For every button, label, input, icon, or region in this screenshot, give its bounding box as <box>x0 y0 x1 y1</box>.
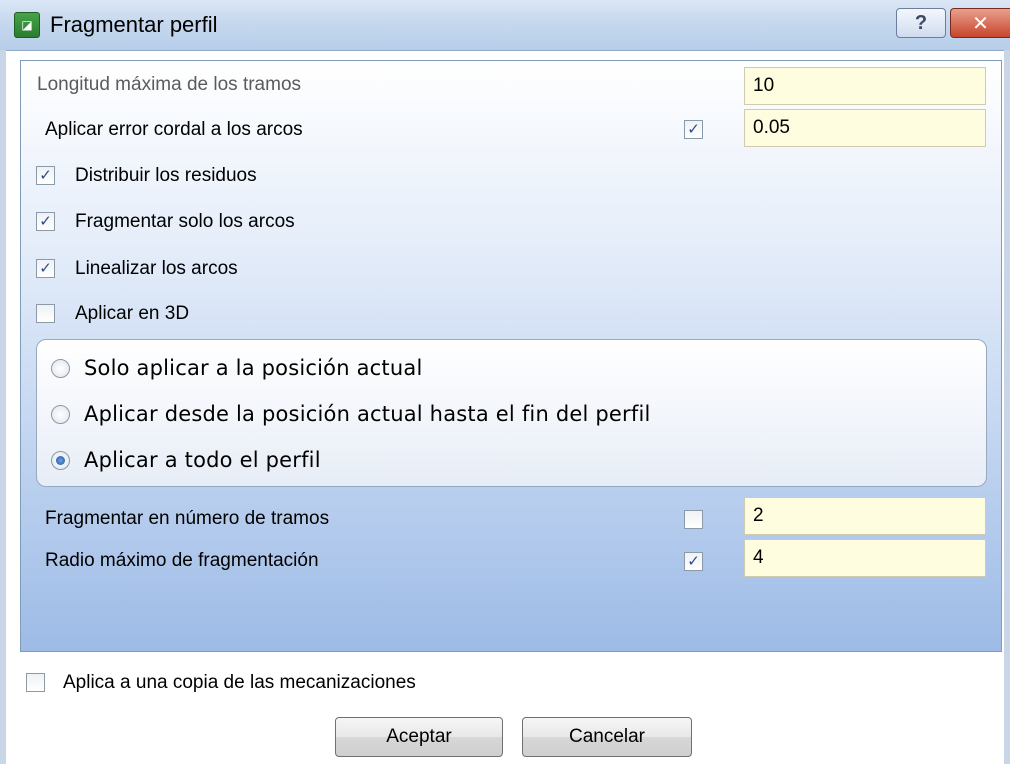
max-radius-label: Radio máximo de fragmentación <box>45 550 319 571</box>
segment-count-checkbox[interactable] <box>684 510 703 529</box>
close-button[interactable]: ✕ <box>950 8 1010 38</box>
scope-radio-current-label: Solo aplicar a la posición actual <box>84 356 423 380</box>
window-frame-left <box>0 50 6 764</box>
max-radius-input[interactable]: 4 <box>744 539 986 577</box>
scope-radio-current[interactable] <box>51 359 70 378</box>
window-frame-right <box>1004 50 1010 764</box>
apply-copy-checkbox[interactable] <box>26 673 45 692</box>
accept-button[interactable]: Aceptar <box>335 717 503 757</box>
linearize-arcs-label: Linealizar los arcos <box>75 258 238 279</box>
scope-radio-to-end[interactable] <box>51 405 70 424</box>
segment-count-label: Fragmentar en número de tramos <box>45 508 330 529</box>
window-title: Fragmentar perfil <box>50 12 218 37</box>
scope-radio-to-end-label: Aplicar desde la posición actual hasta e… <box>84 402 651 426</box>
app-logo-icon: ◪ <box>14 12 40 38</box>
apply-3d-checkbox[interactable] <box>36 304 55 323</box>
max-length-input[interactable]: 10 <box>744 67 986 105</box>
help-button[interactable]: ? <box>896 8 946 38</box>
chordal-error-label: Aplicar error cordal a los arcos <box>45 119 303 140</box>
scope-radio-whole-label: Aplicar a todo el perfil <box>84 448 321 472</box>
segment-count-input[interactable]: 2 <box>744 497 986 535</box>
apply-copy-label: Aplica a una copia de las mecanizaciones <box>63 672 416 693</box>
max-radius-checkbox[interactable]: ✓ <box>684 552 703 571</box>
chordal-error-input[interactable]: 0.05 <box>744 109 986 147</box>
chordal-error-checkbox[interactable]: ✓ <box>684 120 703 139</box>
apply-3d-label: Aplicar en 3D <box>75 303 190 324</box>
only-arcs-label: Fragmentar solo los arcos <box>75 211 295 232</box>
only-arcs-checkbox[interactable]: ✓ <box>36 212 55 231</box>
distribute-residues-label: Distribuir los residuos <box>75 165 257 186</box>
max-length-label: Longitud máxima de los tramos <box>37 74 302 95</box>
cancel-button[interactable]: Cancelar <box>522 717 692 757</box>
distribute-residues-checkbox[interactable]: ✓ <box>36 166 55 185</box>
linearize-arcs-checkbox[interactable]: ✓ <box>36 259 55 278</box>
scope-radio-whole[interactable] <box>51 451 70 470</box>
